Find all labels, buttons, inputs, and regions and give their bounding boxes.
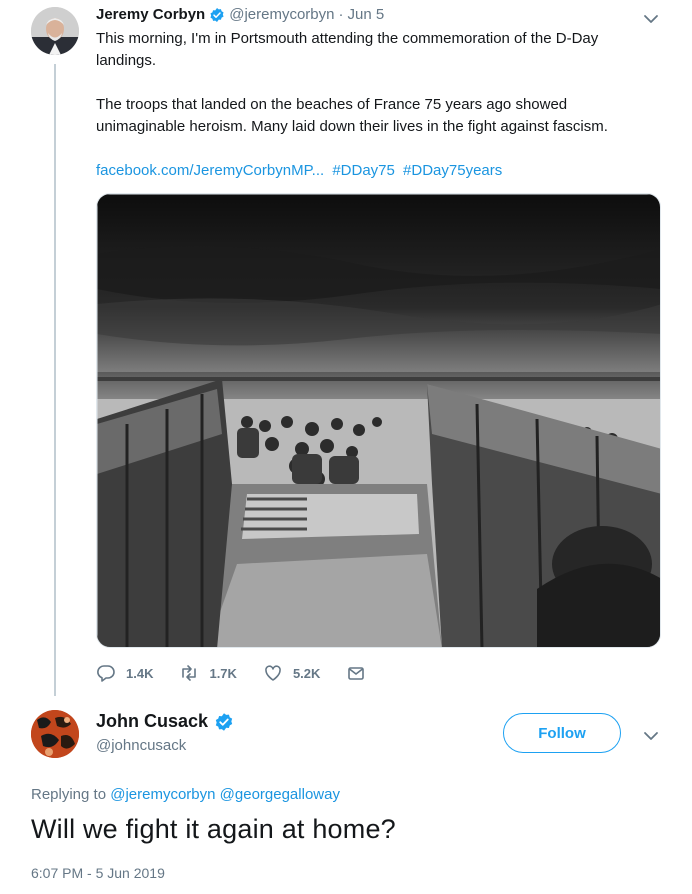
avatar[interactable] [31, 7, 79, 55]
tweet-timestamp[interactable]: 6:07 PM - 5 Jun 2019 [31, 865, 165, 881]
author-name[interactable]: Jeremy Corbyn [96, 6, 205, 23]
retweet-button[interactable]: 1.7K [179, 663, 237, 683]
tweet-text: Will we fight it again at home? [31, 814, 396, 844]
author-name-row: John Cusack [96, 711, 238, 732]
tweet-paragraph: The troops that landed on the beaches of… [96, 96, 608, 135]
heart-icon [265, 665, 281, 681]
chevron-down-icon[interactable] [642, 10, 660, 28]
replying-prefix: Replying to [31, 786, 107, 803]
verified-badge-icon [214, 712, 234, 732]
author-name[interactable]: John Cusack [96, 711, 208, 732]
hashtag-link[interactable]: #DDay75 [332, 162, 395, 179]
retweet-count: 1.7K [209, 665, 237, 681]
author-handle[interactable]: @jeremycorbyn [229, 6, 334, 23]
tweet-body: This morning, I'm in Portsmouth attendin… [96, 28, 656, 182]
mention-link[interactable]: @georgegalloway [220, 786, 340, 803]
envelope-icon [348, 667, 365, 680]
retweet-icon [182, 665, 197, 681]
tweet-action-bar: 1.4K 1.7K 5.2K [96, 663, 402, 683]
tweet-links: facebook.com/JeremyCorbynMP... #DDay75 #… [96, 160, 656, 182]
tweet-jeremy-corbyn[interactable]: Jeremy Corbyn @jeremycorbyn · Jun 5 This… [0, 0, 692, 700]
separator-dot: · [338, 6, 344, 23]
author-handle[interactable]: @johncusack [96, 737, 186, 754]
tweet-date[interactable]: Jun 5 [347, 6, 384, 23]
chevron-down-icon[interactable] [642, 727, 660, 745]
reply-button[interactable]: 1.4K [96, 663, 153, 683]
follow-button[interactable]: Follow [503, 713, 621, 753]
replying-to-line: Replying to @jeremycorbyn @georgegallowa… [31, 786, 340, 803]
tweet-paragraph: This morning, I'm in Portsmouth attendin… [96, 30, 599, 69]
like-count: 5.2K [292, 665, 321, 681]
verified-badge-icon [209, 7, 225, 23]
reply-icon [97, 665, 115, 682]
mention-link[interactable]: @jeremycorbyn [110, 786, 215, 803]
like-button[interactable]: 5.2K [263, 663, 320, 683]
reply-count: 1.4K [126, 665, 154, 681]
external-link[interactable]: facebook.com/JeremyCorbynMP... [96, 162, 324, 179]
direct-message-button[interactable] [346, 663, 376, 683]
tweet-header: Jeremy Corbyn @jeremycorbyn · Jun 5 [96, 6, 384, 23]
avatar[interactable] [31, 710, 79, 758]
tweet-media-photo[interactable] [96, 193, 661, 648]
hashtag-link[interactable]: #DDay75years [403, 162, 502, 179]
